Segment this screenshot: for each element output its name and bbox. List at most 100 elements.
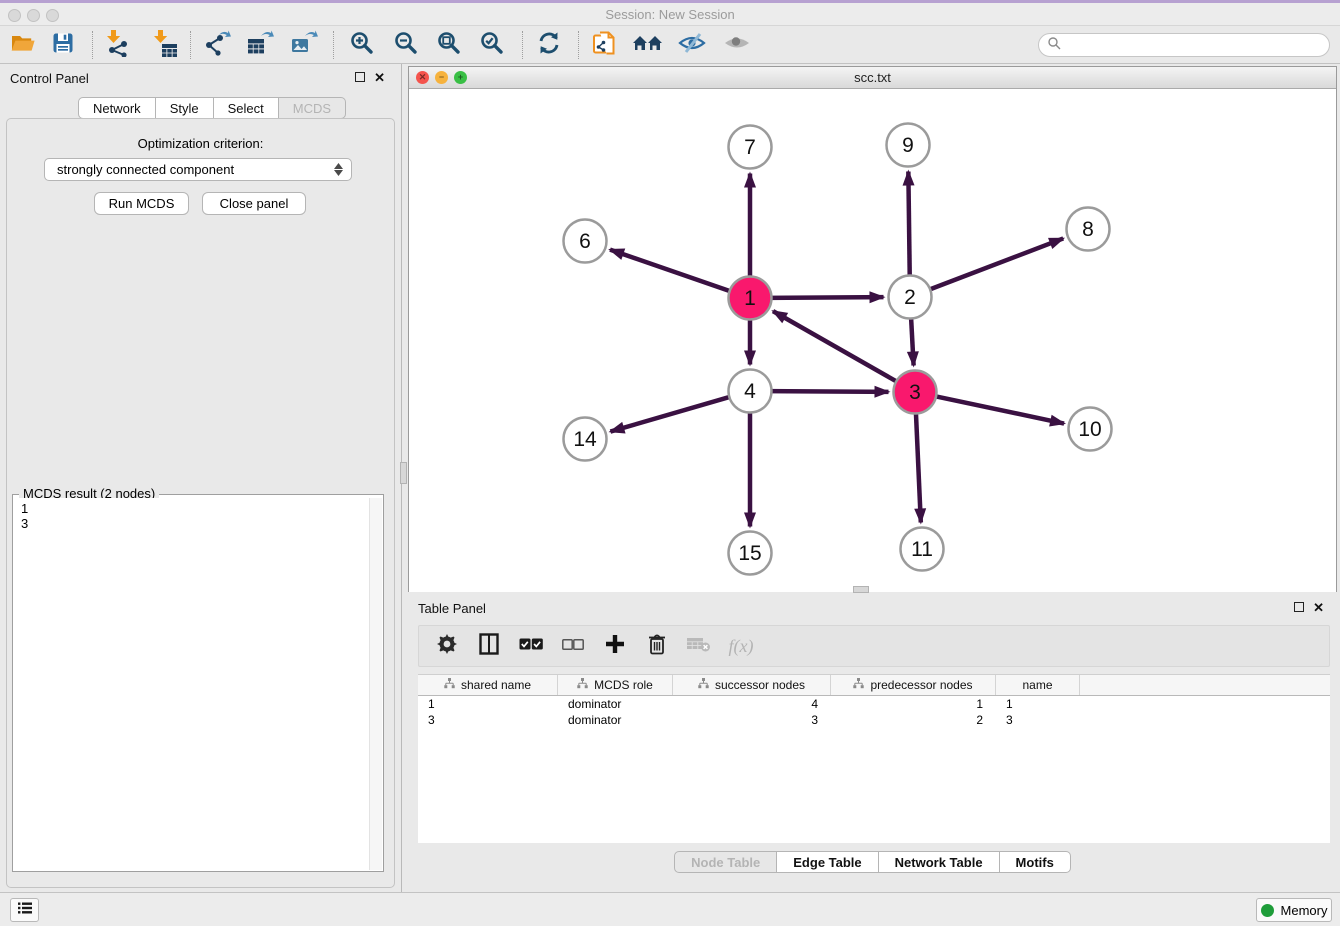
column-header-shared-name[interactable]: shared name	[418, 675, 558, 695]
search-input[interactable]	[1066, 38, 1329, 52]
toolbar-separator	[92, 31, 93, 59]
network-graph[interactable]: 7 9 6 8 1 2 4 3 14 10 15 11	[409, 89, 1336, 592]
criterion-dropdown[interactable]: strongly connected component	[44, 158, 352, 181]
table-cell: 4	[673, 696, 831, 712]
graph-edge-3-10[interactable]	[933, 396, 1064, 424]
graph-edge-1-2[interactable]	[768, 297, 883, 298]
network-window-titlebar[interactable]: ✕ − + scc.txt	[409, 67, 1336, 89]
select-all-rows-button[interactable]	[517, 632, 545, 660]
eye-icon	[723, 32, 751, 59]
graph-node-15[interactable]: 15	[729, 532, 772, 575]
memory-button[interactable]: Memory	[1256, 898, 1332, 922]
refresh-button[interactable]	[532, 30, 566, 60]
tab-network[interactable]: Network	[78, 97, 156, 119]
select-all-icon	[519, 637, 543, 655]
export-table-icon	[246, 29, 274, 62]
table-row[interactable]: 1dominator411	[418, 696, 1330, 712]
column-settings-button[interactable]	[433, 632, 461, 660]
tab-network-table[interactable]: Network Table	[879, 851, 1000, 873]
graph-node-label: 7	[744, 136, 756, 159]
graph-node-1[interactable]: 1	[729, 277, 772, 320]
table-cell: 1	[996, 696, 1080, 712]
control-panel: Control Panel ✕ Network Style Select MCD…	[0, 64, 402, 892]
network-canvas[interactable]: 7 9 6 8 1 2 4 3 14 10 15 11	[409, 89, 1336, 592]
close-panel-icon[interactable]: ✕	[374, 72, 385, 84]
tab-select[interactable]: Select	[214, 97, 279, 119]
open-session-button[interactable]	[6, 30, 40, 60]
tab-motifs[interactable]: Motifs	[1000, 851, 1071, 873]
toolbar-separator	[190, 31, 191, 59]
memory-label: Memory	[1281, 903, 1328, 918]
zoom-out-button[interactable]	[389, 30, 423, 60]
delete-table-button[interactable]	[685, 632, 713, 660]
tab-node-table[interactable]: Node Table	[674, 851, 777, 873]
table-row[interactable]: 3dominator323	[418, 712, 1330, 728]
tree-icon	[444, 678, 455, 692]
graph-node-7[interactable]: 7	[729, 126, 772, 169]
graph-edge-3-11[interactable]	[916, 410, 921, 522]
graph-node-2[interactable]: 2	[889, 276, 932, 319]
column-header-mcds-role[interactable]: MCDS role	[558, 675, 673, 695]
network-window: ✕ − + scc.txt 7 9 6 8 1 2 4 3 14 10 15 11	[408, 66, 1337, 592]
float-panel-icon[interactable]	[355, 72, 365, 82]
home-layout-button[interactable]	[631, 30, 665, 60]
graph-edge-2-3[interactable]	[911, 315, 914, 365]
mcds-result-text[interactable]: 1 3	[14, 498, 369, 870]
import-network-button[interactable]	[100, 30, 134, 60]
trash-icon	[648, 633, 666, 660]
graph-node-11[interactable]: 11	[901, 528, 944, 571]
graph-node-8[interactable]: 8	[1067, 208, 1110, 251]
graph-node-3[interactable]: 3	[894, 371, 937, 414]
run-mcds-button[interactable]: Run MCDS	[94, 192, 189, 215]
task-history-button[interactable]	[10, 898, 39, 922]
result-scrollbar[interactable]	[369, 498, 382, 870]
add-column-button[interactable]	[601, 632, 629, 660]
deselect-all-icon	[562, 637, 584, 655]
graph-edge-4-3[interactable]	[768, 391, 888, 392]
show-all-button[interactable]	[720, 30, 754, 60]
column-header-predecessor-nodes[interactable]: predecessor nodes	[831, 675, 996, 695]
zoom-fit-button[interactable]	[432, 30, 466, 60]
deselect-all-rows-button[interactable]	[559, 632, 587, 660]
hide-selected-button[interactable]	[675, 30, 709, 60]
float-table-panel-icon[interactable]	[1294, 602, 1304, 612]
graph-edge-2-8[interactable]	[927, 238, 1063, 290]
close-table-panel-icon[interactable]: ✕	[1313, 602, 1324, 614]
graph-node-10[interactable]: 10	[1069, 408, 1112, 451]
graph-edge-4-14[interactable]	[610, 396, 732, 431]
delete-table-icon	[687, 636, 711, 657]
function-builder-button[interactable]: f(x)	[727, 632, 755, 660]
show-columns-button[interactable]	[475, 632, 503, 660]
tab-style[interactable]: Style	[156, 97, 214, 119]
toolbar-separator	[522, 31, 523, 59]
column-header-name[interactable]: name	[996, 675, 1080, 695]
column-header-successor-nodes[interactable]: successor nodes	[673, 675, 831, 695]
import-table-button[interactable]	[147, 30, 181, 60]
delete-column-button[interactable]	[643, 632, 671, 660]
graph-node-label: 1	[744, 287, 756, 310]
window-title: Session: New Session	[0, 7, 1340, 22]
splitter-grip-vertical[interactable]	[400, 462, 407, 484]
zoom-selected-button[interactable]	[475, 30, 509, 60]
tab-mcds[interactable]: MCDS	[279, 97, 346, 119]
zoom-selected-icon	[479, 30, 505, 61]
export-table-button[interactable]	[243, 30, 277, 60]
zoom-in-button[interactable]	[345, 30, 379, 60]
graph-node-6[interactable]: 6	[564, 220, 607, 263]
save-session-button[interactable]	[46, 30, 80, 60]
search-icon	[1047, 36, 1061, 55]
copy-share-button[interactable]	[588, 30, 622, 60]
graph-node-4[interactable]: 4	[729, 370, 772, 413]
search-field[interactable]	[1038, 33, 1330, 57]
graph-edge-2-9[interactable]	[908, 171, 909, 278]
close-panel-button[interactable]: Close panel	[202, 192, 306, 215]
export-image-button[interactable]	[287, 30, 321, 60]
graph-edge-3-1[interactable]	[773, 311, 899, 383]
graph-node-9[interactable]: 9	[887, 124, 930, 167]
export-network-icon	[203, 29, 231, 62]
export-network-button[interactable]	[200, 30, 234, 60]
splitter-grip-horizontal[interactable]	[853, 586, 869, 593]
tab-edge-table[interactable]: Edge Table	[777, 851, 878, 873]
graph-node-14[interactable]: 14	[564, 418, 607, 461]
graph-edge-1-6[interactable]	[610, 250, 732, 292]
